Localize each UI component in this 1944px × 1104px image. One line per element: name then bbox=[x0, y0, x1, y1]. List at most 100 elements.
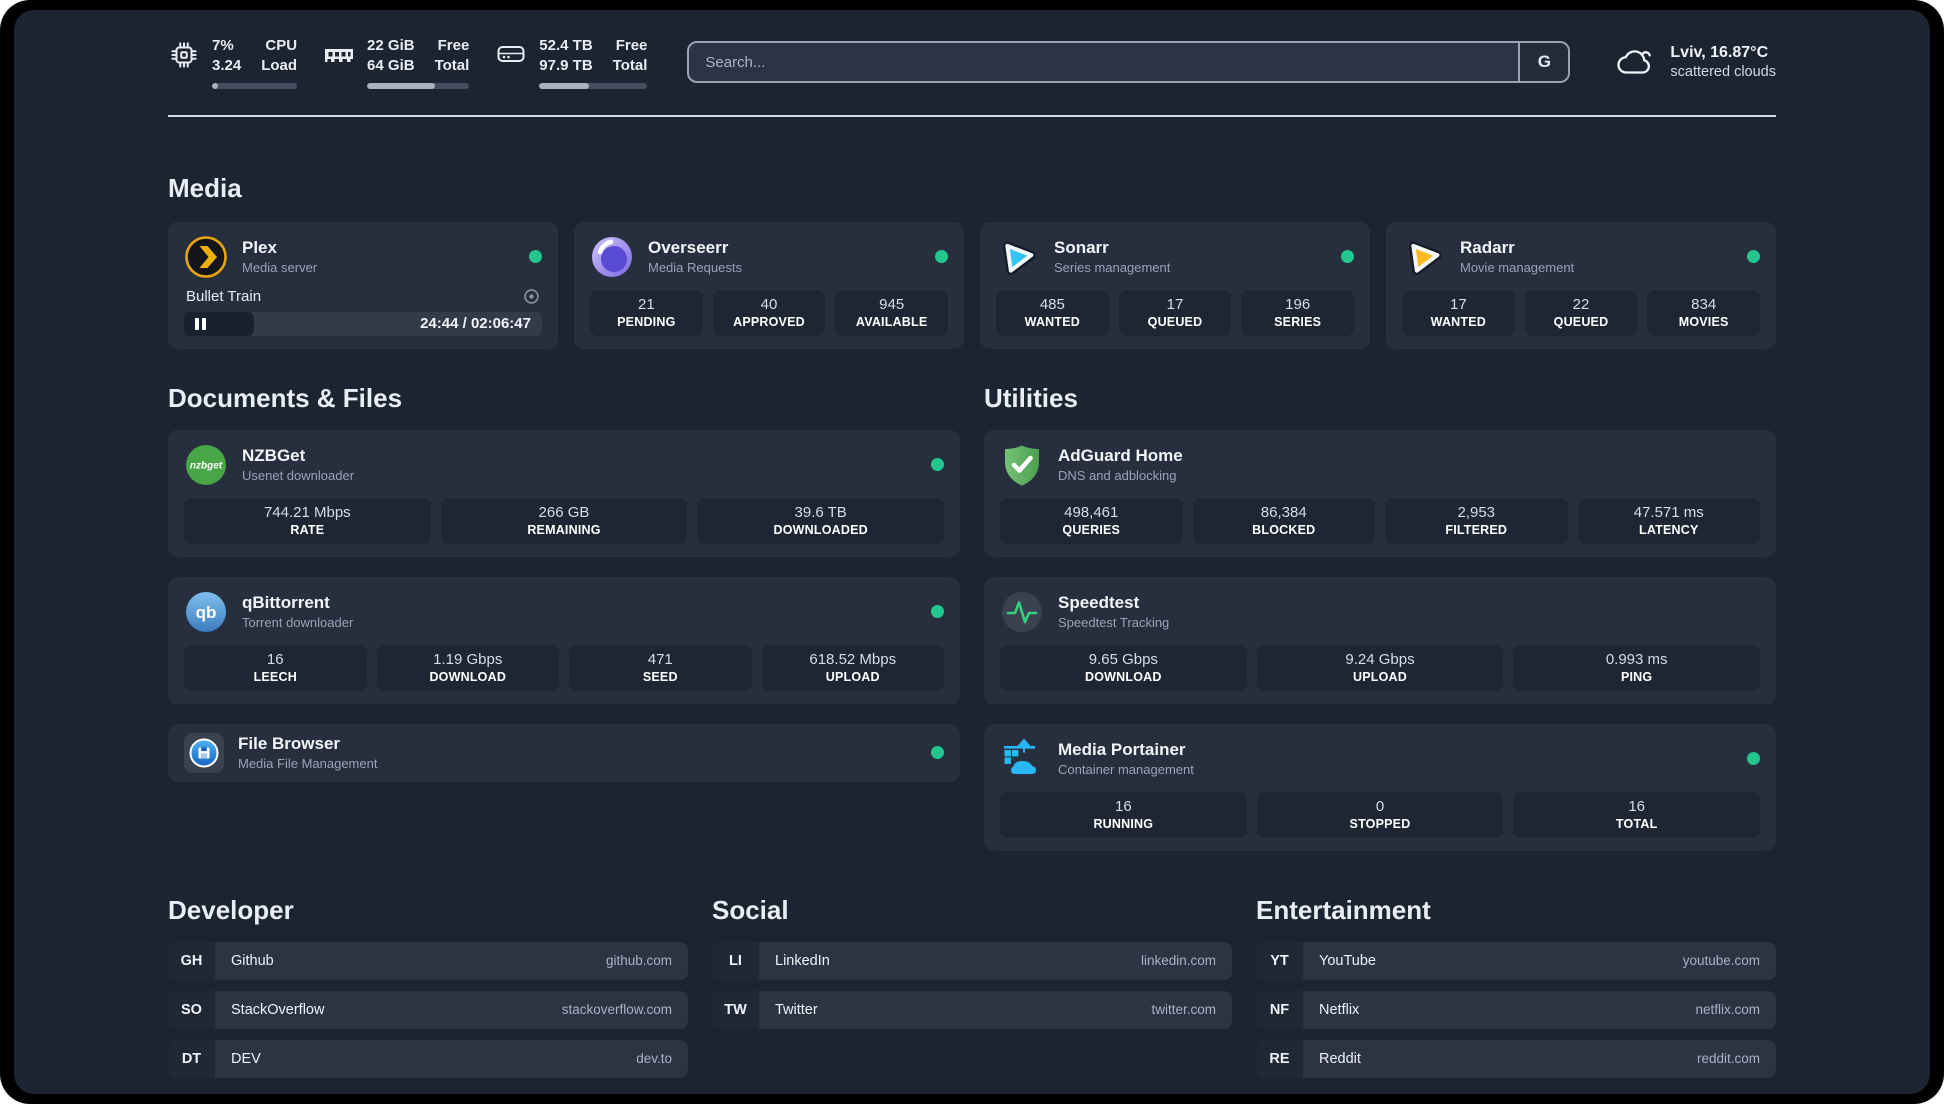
app-description: Container management bbox=[1058, 762, 1194, 777]
app-description: Speedtest Tracking bbox=[1058, 615, 1170, 630]
plex-icon bbox=[184, 235, 228, 279]
header-divider bbox=[168, 114, 1776, 117]
section-title-utilities: Utilities bbox=[984, 382, 1078, 413]
stat-tile: 266 GB REMAINING bbox=[440, 497, 688, 544]
section-title-developer: Developer bbox=[168, 894, 294, 925]
stat-tile: 16 TOTAL bbox=[1513, 791, 1760, 838]
stat-tile: 22 QUEUED bbox=[1524, 289, 1638, 336]
now-playing-progress-bar: 24:44 / 02:06:47 bbox=[184, 311, 542, 336]
section-title-social: Social bbox=[712, 894, 789, 925]
cpu-usage-label: CPU bbox=[265, 37, 298, 54]
storage-icon bbox=[495, 36, 527, 89]
adguard-icon bbox=[1000, 443, 1044, 487]
storage-total-label: Total bbox=[612, 57, 648, 75]
stat-tile: 9.24 Gbps UPLOAD bbox=[1256, 644, 1504, 691]
stat-tile: 945 AVAILABLE bbox=[835, 289, 948, 336]
app-description: Usenet downloader bbox=[242, 468, 355, 483]
app-title: Sonarr bbox=[1054, 238, 1109, 257]
stat-tile: 21 PENDING bbox=[590, 289, 703, 336]
memory-progress-bar bbox=[367, 82, 470, 89]
app-card-adguard-home[interactable]: AdGuard Home DNS and adblocking 498,461 … bbox=[984, 429, 1776, 557]
link-netflix[interactable]: NF Netflix netflix.com bbox=[1256, 990, 1776, 1029]
storage-metric: 52.4 TB 97.9 TB Free Total bbox=[495, 36, 648, 89]
app-card-sonarr[interactable]: Sonarr Series management 485 WANTED 17 Q… bbox=[980, 221, 1370, 349]
app-card-file-browser[interactable]: File Browser Media File Management bbox=[168, 723, 960, 782]
status-dot bbox=[1341, 250, 1354, 263]
svg-text:qb: qb bbox=[196, 603, 217, 622]
section-title-media: Media bbox=[168, 172, 242, 203]
dashboard-page: 7% 3.24 CPU Load 22 GiB 64 GiB Free Tota… bbox=[14, 10, 1930, 1094]
status-dot bbox=[931, 458, 944, 471]
app-title: Media Portainer bbox=[1058, 740, 1186, 759]
links-column-entertainment: Entertainment YT YouTube youtube.com NF … bbox=[1256, 895, 1776, 1089]
app-title: NZBGet bbox=[242, 446, 306, 465]
stat-tile: 2,953 FILTERED bbox=[1385, 497, 1568, 544]
app-card-media-portainer[interactable]: Media Portainer Container management 16 … bbox=[984, 723, 1776, 851]
link-linkedin[interactable]: LI LinkedIn linkedin.com bbox=[712, 941, 1232, 980]
speedtest-icon bbox=[1000, 590, 1044, 634]
cpu-load-label: Load bbox=[261, 57, 298, 75]
link-github[interactable]: GH Github github.com bbox=[168, 941, 688, 980]
weather-location-temp: Lviv, 16.87°C bbox=[1670, 44, 1769, 62]
stat-tile: 40 APPROVED bbox=[712, 289, 826, 336]
search-input[interactable] bbox=[689, 43, 1519, 82]
portainer-icon bbox=[1000, 737, 1044, 781]
memory-free-label: Free bbox=[437, 37, 470, 54]
file-browser-icon bbox=[184, 732, 224, 773]
link-dev-to[interactable]: DT DEV dev.to bbox=[168, 1039, 688, 1078]
system-metrics: 7% 3.24 CPU Load 22 GiB 64 GiB Free Tota… bbox=[168, 36, 648, 89]
status-dot bbox=[1747, 250, 1760, 263]
memory-total-label: Total bbox=[434, 57, 470, 75]
links-column-social: Social LI LinkedIn linkedin.com TW Twitt… bbox=[712, 895, 1232, 1040]
cpu-icon bbox=[168, 36, 200, 89]
cloud-icon bbox=[1614, 44, 1656, 80]
storage-free-value: 52.4 TB bbox=[539, 37, 593, 54]
svg-text:nzbget: nzbget bbox=[190, 460, 223, 471]
qbittorrent-icon: qb bbox=[184, 590, 228, 634]
app-description: Media server bbox=[242, 260, 318, 275]
app-card-nzbget[interactable]: nzbget NZBGet Usenet downloader 744.21 M… bbox=[168, 429, 960, 557]
cpu-progress-bar bbox=[212, 82, 298, 89]
now-playing-settings-icon[interactable] bbox=[523, 288, 540, 305]
link-youtube[interactable]: YT YouTube youtube.com bbox=[1256, 941, 1776, 980]
app-card-radarr[interactable]: Radarr Movie management 17 WANTED 22 QUE… bbox=[1386, 221, 1776, 349]
search-bar: G bbox=[687, 41, 1571, 84]
stat-tile: 86,384 BLOCKED bbox=[1192, 497, 1375, 544]
app-card-speedtest[interactable]: Speedtest Speedtest Tracking 9.65 Gbps D… bbox=[984, 576, 1776, 704]
app-title: Plex bbox=[242, 238, 277, 257]
pause-button[interactable] bbox=[195, 317, 206, 330]
stat-tile: 47.571 ms LATENCY bbox=[1577, 497, 1760, 544]
overseerr-icon bbox=[590, 235, 634, 279]
stat-tile: 16 LEECH bbox=[184, 644, 367, 691]
app-card-overseerr[interactable]: Overseerr Media Requests 21 PENDING 40 A… bbox=[574, 221, 964, 349]
storage-progress-bar bbox=[539, 82, 648, 89]
top-bar: 7% 3.24 CPU Load 22 GiB 64 GiB Free Tota… bbox=[168, 36, 1776, 89]
status-dot bbox=[529, 250, 542, 263]
app-card-qbittorrent[interactable]: qb qBittorrent Torrent downloader 16 LEE… bbox=[168, 576, 960, 704]
search-engine-button[interactable]: G bbox=[1518, 43, 1569, 82]
stat-tile: 1.19 Gbps DOWNLOAD bbox=[376, 644, 559, 691]
radarr-icon bbox=[1402, 235, 1446, 279]
app-description: Media Requests bbox=[648, 260, 742, 275]
link-stackoverflow[interactable]: SO StackOverflow stackoverflow.com bbox=[168, 990, 688, 1029]
stat-tile: 618.52 Mbps UPLOAD bbox=[761, 644, 944, 691]
links-column-developer: Developer GH Github github.com SO StackO… bbox=[168, 895, 688, 1089]
now-playing-title: Bullet Train bbox=[186, 287, 262, 305]
stat-tile: 744.21 Mbps RATE bbox=[184, 497, 431, 544]
weather-widget: Lviv, 16.87°C scattered clouds bbox=[1614, 44, 1776, 80]
app-title: AdGuard Home bbox=[1058, 446, 1183, 465]
app-title: Overseerr bbox=[648, 238, 729, 257]
stat-tile: 471 SEED bbox=[569, 644, 752, 691]
cpu-load-value: 3.24 bbox=[212, 57, 242, 75]
stat-tile: 196 SERIES bbox=[1241, 289, 1354, 336]
app-title: qBittorrent bbox=[242, 593, 330, 612]
memory-total-value: 64 GiB bbox=[367, 57, 415, 75]
app-card-plex[interactable]: Plex Media server Bullet Train 24:44 / 0… bbox=[168, 221, 558, 349]
stat-tile: 0 STOPPED bbox=[1256, 791, 1504, 838]
link-reddit[interactable]: RE Reddit reddit.com bbox=[1256, 1039, 1776, 1078]
link-twitter[interactable]: TW Twitter twitter.com bbox=[712, 990, 1232, 1029]
app-description: Torrent downloader bbox=[242, 615, 354, 630]
status-dot bbox=[1747, 752, 1760, 765]
app-title: File Browser bbox=[238, 734, 341, 753]
screen-frame: 7% 3.24 CPU Load 22 GiB 64 GiB Free Tota… bbox=[0, 0, 1944, 1104]
